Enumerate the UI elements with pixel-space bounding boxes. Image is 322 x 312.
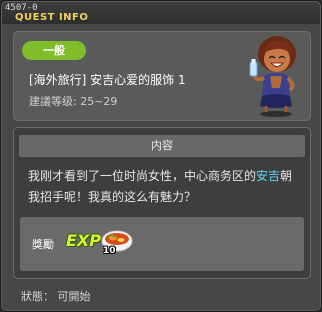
content-header: 内容	[19, 135, 305, 157]
quest-status: 狀態： 可開始	[21, 290, 91, 303]
window-title: QUEST INFO	[15, 12, 89, 23]
quest-category-badge: 一般	[22, 41, 86, 60]
npc-character-icon	[249, 36, 296, 117]
quest-name: [海外旅行] 安吉心爱的服饰 1	[29, 73, 186, 87]
quest-description: 我刚才看到了一位时尚女性，中心商务区的安吉朝我招手呢！我真的这么有魅力？	[28, 166, 304, 208]
npc-name-highlight: 安吉	[256, 169, 281, 183]
quest-content-panel: 内容 我刚才看到了一位时尚女性，中心商务区的安吉朝我招手呢！我真的这么有魅力？ …	[13, 127, 311, 279]
exp-icon: EXP	[66, 231, 101, 250]
quest-info-window: 4507-0 QUEST INFO 一般 [海外旅行] 安吉心爱的服饰 1 建議…	[0, 0, 322, 312]
level-requirement: 建議等级: 25~29	[29, 95, 118, 108]
reward-box: 獎勵 EXP 10	[20, 217, 304, 271]
quest-summary-card: 一般 [海外旅行] 安吉心爱的服饰 1 建議等级: 25~29	[13, 31, 311, 121]
description-text-1: 我刚才看到了一位时尚女性，中心商务区的	[28, 169, 257, 183]
reward-label: 獎勵	[32, 238, 54, 251]
title-bar[interactable]: 4507-0 QUEST INFO	[2, 2, 320, 24]
item-count: 10	[103, 246, 116, 256]
